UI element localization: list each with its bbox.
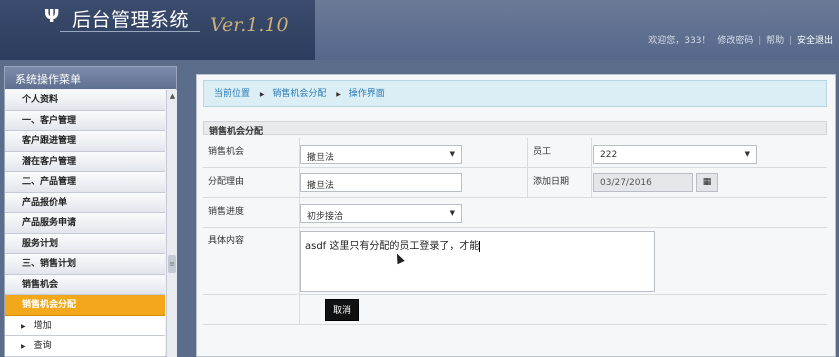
content-textarea[interactable]: asdf 这里只有分配的员工登录了，才能 [300, 231, 655, 292]
breadcrumb-page: 操作界面 [348, 89, 385, 99]
sidebar-subitem-label: 查询 [33, 341, 52, 351]
opportunity-value: 撒旦法 [307, 153, 335, 163]
sidebar-item-service-requests[interactable]: 产品服务申请 [5, 213, 165, 234]
sidebar-item-service-plan[interactable]: 服务计划 [5, 233, 165, 254]
scroll-up-arrow-icon[interactable]: ▲ [167, 92, 178, 100]
form-row-content: 具体内容 asdf 这里只有分配的员工登录了，才能 [203, 228, 827, 295]
content-text: asdf 这里只有分配的员工登录了，才能 [305, 241, 480, 252]
progress-select[interactable]: 初步接洽 ▼ [300, 204, 462, 223]
breadcrumb-section[interactable]: 销售机会分配 [272, 89, 326, 99]
sidebar-title: 系统操作菜单 [5, 67, 176, 89]
change-password-link[interactable]: 修改密码 [717, 36, 753, 46]
sidebar-subitem-add[interactable]: ▶ 增加 [5, 315, 165, 336]
reason-label: 分配理由 [208, 177, 245, 187]
form-caption: 销售机会分配 [203, 121, 827, 137]
employee-value: 222 [600, 150, 618, 160]
sidebar-item-sales-plan[interactable]: 三、销售计划 [5, 254, 165, 275]
employee-label: 员工 [533, 147, 552, 157]
progress-value: 初步接洽 [307, 212, 344, 222]
sidebar-subitem-query[interactable]: ▶ 查询 [5, 336, 165, 357]
form-row-opportunity: 销售机会 撒旦法 ▼ 员工 222 ▼ [203, 138, 827, 168]
top-header: Ψ 后台管理系统 Ver.1.10 欢迎您，333！ 修改密码 | 帮助 | 安… [0, 0, 839, 60]
sidebar: 系统操作菜单 个人资料 一、客户管理 客户跟进管理 潜在客户管理 二、产品管理 … [4, 66, 177, 357]
logout-link[interactable]: 安全退出 [797, 36, 833, 46]
title-underline [60, 31, 200, 32]
content-label: 具体内容 [208, 236, 245, 246]
form-row-actions: 取消 [203, 295, 827, 325]
app-title: 后台管理系统 [72, 9, 190, 31]
progress-label: 销售进度 [208, 207, 245, 217]
sidebar-item-customer-mgmt[interactable]: 一、客户管理 [5, 110, 165, 131]
main-panel: 当前位置 ▶ 销售机会分配 ▶ 操作界面 销售机会分配 销售机会 撒旦法 ▼ 员… [196, 74, 836, 357]
form-row-progress: 销售进度 初步接洽 ▼ [203, 198, 827, 228]
calendar-icon[interactable]: ▦ [696, 173, 718, 192]
date-input: 03/27/2016 [593, 173, 693, 192]
sidebar-item-product-mgmt[interactable]: 二、产品管理 [5, 172, 165, 193]
scroll-thumb[interactable]: ≡ [168, 255, 176, 273]
sidebar-item-product-quotes[interactable]: 产品报价单 [5, 192, 165, 213]
text-cursor [479, 240, 481, 252]
psi-logo-icon: Ψ [44, 6, 60, 27]
form-row-reason: 分配理由 撒旦法 添加日期 03/27/2016 ▦ [203, 168, 827, 198]
version-label: Ver.1.10 [210, 14, 289, 36]
sidebar-menu: 个人资料 一、客户管理 客户跟进管理 潜在客户管理 二、产品管理 产品报价单 产… [5, 90, 165, 357]
sidebar-item-profile[interactable]: 个人资料 [5, 90, 165, 111]
sidebar-item-sales-opportunity[interactable]: 销售机会 [5, 274, 165, 295]
opportunity-label: 销售机会 [208, 147, 245, 157]
breadcrumb-current: 当前位置 [214, 89, 251, 99]
chevron-down-icon: ▼ [449, 150, 455, 158]
chevron-down-icon: ▼ [744, 150, 750, 158]
breadcrumb-arrow-icon: ▶ [259, 91, 265, 98]
date-label: 添加日期 [533, 177, 570, 187]
sidebar-scrollbar[interactable]: ▲ ≡ [166, 90, 177, 357]
reason-input[interactable]: 撒旦法 [300, 173, 462, 192]
opportunity-select[interactable]: 撒旦法 ▼ [300, 145, 462, 164]
sidebar-subitem-label: 增加 [33, 320, 52, 331]
sidebar-item-opportunity-assign[interactable]: 销售机会分配 [5, 295, 165, 316]
triangle-right-icon: ▶ [21, 322, 26, 330]
breadcrumb-arrow-icon: ▶ [336, 91, 341, 98]
cancel-button[interactable]: 取消 [325, 299, 359, 321]
sidebar-item-customer-followup[interactable]: 客户跟进管理 [5, 131, 165, 152]
chevron-down-icon: ▼ [449, 209, 455, 217]
employee-select[interactable]: 222 ▼ [593, 145, 757, 164]
help-link[interactable]: 帮助 [766, 36, 784, 46]
assign-form: 销售机会分配 销售机会 撒旦法 ▼ 员工 222 ▼ 分配理由 撒旦法 添加日期 [203, 121, 827, 325]
sidebar-item-potential-customers[interactable]: 潜在客户管理 [5, 151, 165, 172]
welcome-text: 欢迎您，333！ [648, 36, 711, 46]
user-bar: 欢迎您，333！ 修改密码 | 帮助 | 安全退出 [648, 36, 833, 46]
triangle-right-icon: ▶ [21, 343, 26, 350]
breadcrumb: 当前位置 ▶ 销售机会分配 ▶ 操作界面 [203, 80, 827, 107]
